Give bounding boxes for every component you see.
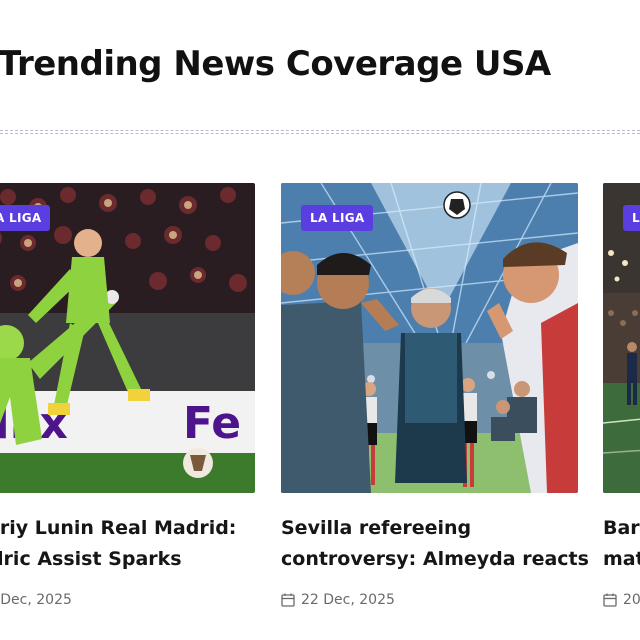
article-date: 22 Dec, 2025 <box>0 592 72 608</box>
article-card[interactable]: LA LIGA Barcelona match 20 <box>603 183 640 608</box>
trending-news-section: Trending News Coverage USA Fe LIGA riy L… <box>0 0 640 640</box>
section-divider <box>0 130 640 134</box>
article-title-line-2[interactable]: match <box>603 544 640 575</box>
svg-text:Fe: Fe <box>183 398 241 449</box>
article-meta: 22 Dec, 2025 <box>0 592 255 608</box>
article-card[interactable]: dEx Fe LA LIGA Andriy Lunin <box>0 183 255 608</box>
article-title[interactable]: Barcelona match <box>603 513 640 575</box>
article-meta: 20 <box>603 592 640 608</box>
article-title-line-1[interactable]: Andriy Lunin Real Madrid: <box>0 513 255 544</box>
article-image-referee-argument[interactable]: LA LIGA <box>281 183 578 493</box>
article-image-stadium-match[interactable]: LA LIGA <box>603 183 640 493</box>
article-title-line-2[interactable]: controversy: Almeyda reacts <box>281 544 589 575</box>
article-card[interactable]: LA LIGA Sevilla refereeing controversy: … <box>281 183 589 608</box>
article-date: 22 Dec, 2025 <box>301 592 395 608</box>
category-badge[interactable]: LA LIGA <box>301 205 374 231</box>
article-date: 20 <box>623 592 640 608</box>
article-meta: 22 Dec, 2025 <box>281 592 578 608</box>
article-title[interactable]: Andriy Lunin Real Madrid: Modric Assist … <box>0 513 255 575</box>
category-badge[interactable]: LA LIGA <box>0 205 51 231</box>
article-title[interactable]: Sevilla refereeing controversy: Almeyda … <box>281 513 589 575</box>
article-title-line-1[interactable]: Sevilla refereeing <box>281 513 578 544</box>
category-badge[interactable]: LA LIGA <box>623 205 640 231</box>
calendar-icon <box>281 593 295 607</box>
article-title-line-2[interactable]: Modric Assist Sparks <box>0 544 255 575</box>
calendar-icon <box>603 593 617 607</box>
section-title: Trending News Coverage USA <box>0 44 551 84</box>
article-image-goalkeeper[interactable]: dEx Fe LA LIGA <box>0 183 255 493</box>
article-title-line-1[interactable]: Barcelona <box>603 513 640 544</box>
